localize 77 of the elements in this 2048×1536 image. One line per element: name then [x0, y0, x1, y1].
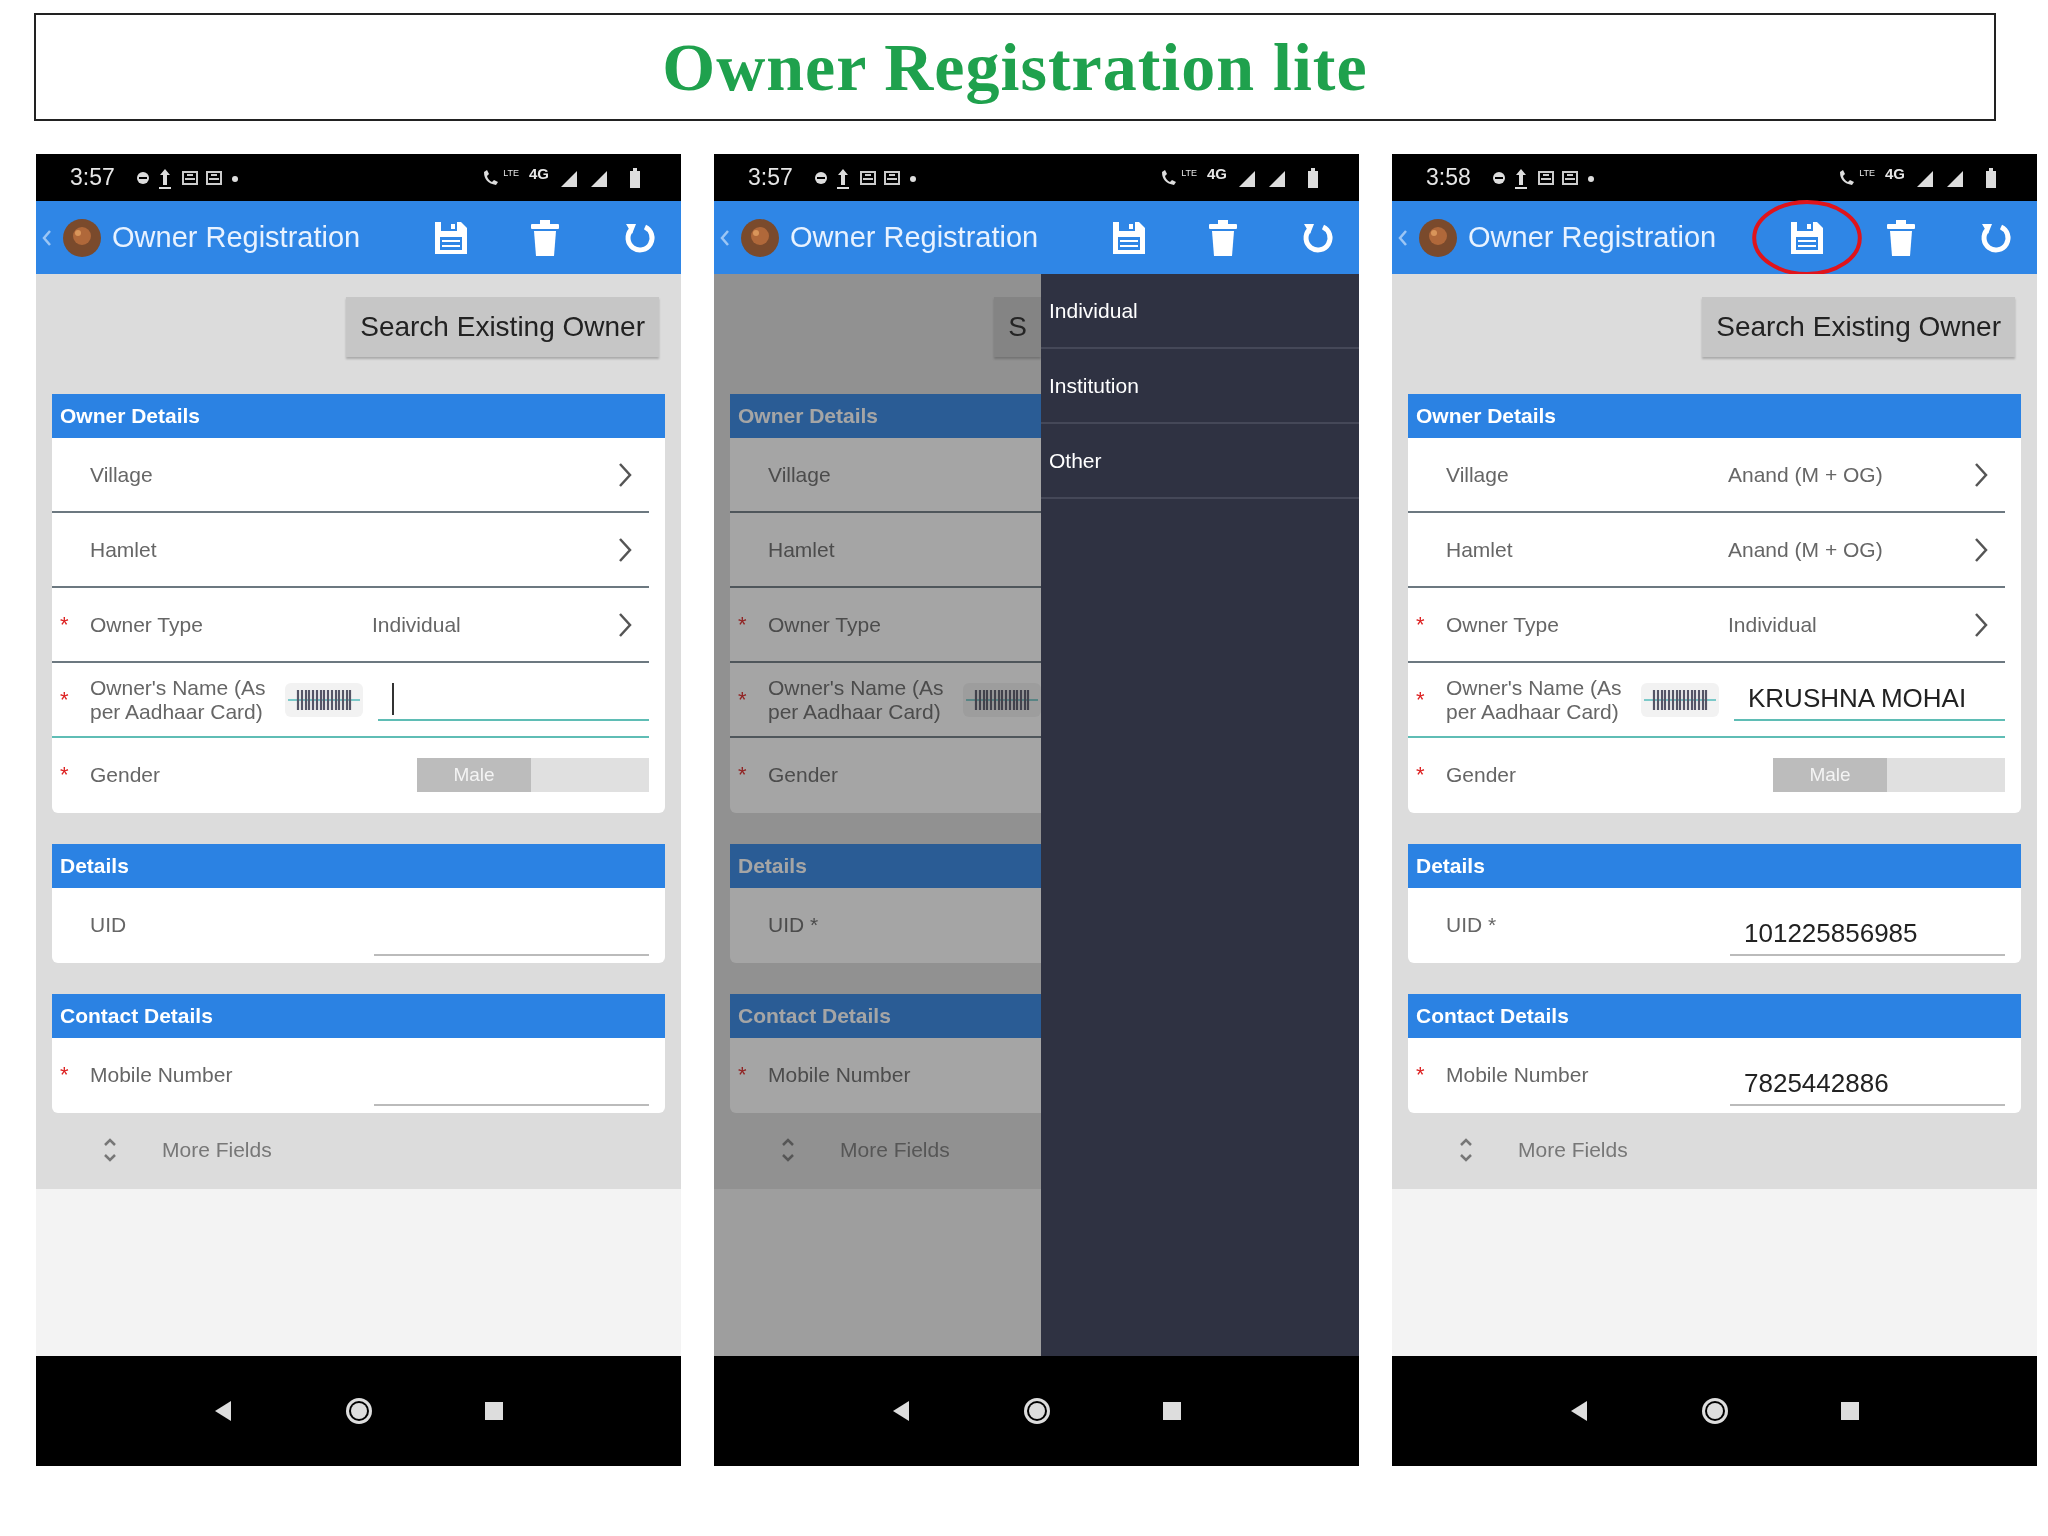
app-title: Owner Registration [112, 221, 361, 254]
required-mark: * [738, 761, 747, 787]
field-label: Village [90, 462, 154, 487]
field-value: Individual [371, 612, 462, 637]
battery-icon [1985, 166, 1997, 189]
battery-icon [629, 166, 641, 189]
field-label: Owner Type [90, 612, 204, 637]
required-mark: * [1416, 686, 1425, 712]
section-header: Owner Details [1408, 394, 2021, 438]
field-label: UID * [1446, 912, 1498, 937]
section-header: Details [1408, 844, 2021, 888]
text-field[interactable]: 101225856985 [1730, 913, 2005, 956]
field-label: Village [768, 462, 832, 487]
required-mark: * [738, 1061, 747, 1087]
field-label: UID [90, 912, 128, 937]
required-mark: * [738, 686, 747, 712]
text-field[interactable]: KRUSHNA MOHAI [1734, 678, 2005, 721]
home-icon[interactable] [343, 1396, 374, 1426]
section-header: Details [52, 844, 665, 888]
field-label: Owner's Name (As per Aadhaar Card) [768, 675, 945, 724]
field-label: Hamlet [90, 537, 158, 562]
field-value: Individual [1727, 612, 1818, 637]
search-owner-button[interactable]: Search Existing Owner [346, 297, 659, 357]
required-mark: * [1416, 611, 1425, 637]
field-label: UID * [768, 912, 820, 937]
home-icon[interactable] [1021, 1396, 1052, 1426]
avatar-icon [740, 217, 780, 258]
avatar-icon [62, 217, 102, 258]
barcode-icon[interactable] [284, 681, 364, 718]
field-label: Gender [1446, 762, 1518, 787]
required-mark: * [60, 686, 69, 712]
field-value: Anand (M + OG) [1727, 537, 1884, 562]
status-time: 3:57 [748, 164, 793, 191]
required-mark: * [60, 761, 69, 787]
field-label: Owner's Name (As per Aadhaar Card) [90, 675, 267, 724]
required-mark: * [738, 611, 747, 637]
required-mark: * [60, 611, 69, 637]
section-header: Contact Details [52, 994, 665, 1038]
lte-label: LTE [1181, 167, 1197, 178]
field-label: Gender [90, 762, 162, 787]
app-title: Owner Registration [790, 221, 1039, 254]
field-label: Owner Type [768, 612, 882, 637]
field-value: Anand (M + OG) [1727, 462, 1884, 487]
slide-title: Owner Registration lite [662, 27, 1368, 107]
section-header: Owner Details [52, 394, 665, 438]
field-label: Hamlet [768, 537, 836, 562]
section-header: Contact Details [1408, 994, 2021, 1038]
search-owner-button[interactable]: Search Existing Owner [1702, 297, 2015, 357]
status-time: 3:58 [1426, 164, 1471, 191]
barcode-icon[interactable] [1640, 681, 1720, 718]
network-label: 4G [1207, 165, 1227, 182]
field-label: Gender [768, 762, 840, 787]
field-label: Mobile Number [1446, 1062, 1590, 1087]
status-time: 3:57 [70, 164, 115, 191]
barcode-icon[interactable] [962, 681, 1042, 718]
field-label: Owner Type [1446, 612, 1560, 637]
avatar-icon [1418, 217, 1458, 258]
home-icon[interactable] [1699, 1396, 1730, 1426]
lte-label: LTE [503, 167, 519, 178]
field-label: Mobile Number [768, 1062, 912, 1087]
required-mark: * [60, 1061, 69, 1087]
app-title: Owner Registration [1468, 221, 1717, 254]
required-mark: * [1416, 761, 1425, 787]
menu-item[interactable]: Other [1041, 424, 1359, 499]
search-owner-button[interactable]: S [994, 297, 1041, 357]
network-label: 4G [1885, 165, 1905, 182]
lte-label: LTE [1859, 167, 1875, 178]
field-label: Owner's Name (As per Aadhaar Card) [1446, 675, 1623, 724]
field-label: Mobile Number [90, 1062, 234, 1087]
network-label: 4G [529, 165, 549, 182]
required-mark: * [1416, 1061, 1425, 1087]
text-field[interactable]: 7825442886 [1730, 1063, 2005, 1106]
battery-icon [1307, 166, 1319, 189]
field-label: Hamlet [1446, 537, 1514, 562]
field-label: Village [1446, 462, 1510, 487]
menu-item[interactable]: Institution [1041, 349, 1359, 424]
menu-item[interactable]: Individual [1041, 274, 1359, 349]
